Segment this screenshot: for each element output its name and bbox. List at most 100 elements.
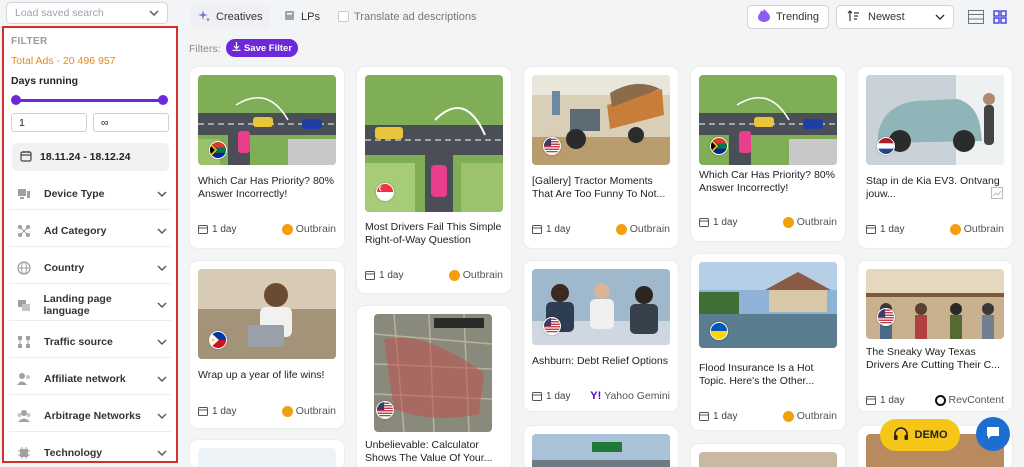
filter-device-type[interactable]: Device Type xyxy=(9,178,171,210)
ad-footer: 1 day Outbrain xyxy=(699,409,837,423)
sort-dropdown[interactable]: Newest xyxy=(836,5,954,29)
ad-card[interactable]: Ashburn: Debt Relief Options 1 day Y! Yah… xyxy=(524,261,678,411)
sort-label: Newest xyxy=(868,11,905,23)
download-icon xyxy=(232,42,241,54)
ad-card[interactable] xyxy=(524,426,678,467)
network-name: Outbrain xyxy=(462,269,503,281)
days-running-label: Days running xyxy=(11,75,79,87)
ad-card[interactable] xyxy=(190,440,344,467)
ad-card[interactable]: The Sneaky Way Texas Drivers Are Cutting… xyxy=(858,261,1012,411)
filter-label: Country xyxy=(44,261,85,274)
filter-label: Arbitrage Networks xyxy=(44,409,141,422)
tab-lps[interactable]: LPs xyxy=(276,5,328,29)
ad-footer: 1 day RevContent xyxy=(866,393,1004,407)
ad-card[interactable]: [Gallery] Tractor Moments That Are Too F… xyxy=(524,67,678,248)
ad-title: Unbelievable: Calculator Shows The Value… xyxy=(365,439,493,464)
days-running: 1 day xyxy=(532,391,570,402)
filter-technology[interactable]: Technology xyxy=(9,437,171,461)
sort-icon xyxy=(847,9,860,25)
calendar-icon xyxy=(532,225,542,234)
filter-affiliate-network[interactable]: Affiliate network xyxy=(9,363,171,395)
filter-arbitrage-networks[interactable]: Arbitrage Networks xyxy=(9,400,171,432)
days-value: 1 day xyxy=(379,269,404,281)
ad-card[interactable] xyxy=(691,444,845,467)
ad-title: Wrap up a year of life wins! xyxy=(198,369,325,381)
ad-title: Ashburn: Debt Relief Options xyxy=(532,355,668,367)
slider-min-handle[interactable] xyxy=(11,95,21,105)
ad-title: [Gallery] Tractor Moments That Are Too F… xyxy=(532,175,666,200)
calendar-icon xyxy=(866,396,876,405)
chevron-down-icon xyxy=(157,188,167,200)
ad-title: The Sneaky Way Texas Drivers Are Cutting… xyxy=(866,346,1001,371)
days-running-slider[interactable] xyxy=(16,99,163,102)
sparkle-icon xyxy=(198,9,210,25)
slider-max-handle[interactable] xyxy=(158,95,168,105)
arbitrage-icon xyxy=(15,409,33,423)
ad-card[interactable]: Flood Insurance Is a Hot Topic. Here's t… xyxy=(691,254,845,430)
translate-checkbox[interactable] xyxy=(338,11,349,22)
demo-button[interactable]: DEMO xyxy=(880,419,960,451)
calendar-icon xyxy=(365,271,375,280)
ad-card[interactable]: Stap in de Kia EV3. Ontvang jouw... 1 da… xyxy=(858,67,1012,248)
filter-traffic-source[interactable]: Traffic source xyxy=(9,326,171,358)
ad-network: Outbrain xyxy=(782,410,837,422)
save-filter-label: Save Filter xyxy=(243,42,293,54)
load-saved-search-dropdown[interactable]: Load saved search xyxy=(6,2,168,24)
days-value: 1 day xyxy=(546,223,571,235)
calendar-icon xyxy=(532,392,542,401)
ad-network: Y! Yahoo Gemini xyxy=(590,390,670,402)
outbrain-icon xyxy=(782,216,794,228)
ad-thumbnail xyxy=(532,434,670,467)
ad-footer: 1 day Outbrain xyxy=(198,222,336,236)
flag-sg-icon xyxy=(376,183,394,201)
image-placeholder-icon xyxy=(991,187,1003,202)
calendar-icon xyxy=(699,412,709,421)
network-name: Outbrain xyxy=(629,223,670,235)
filter-ad-category[interactable]: Ad Category xyxy=(9,215,171,247)
save-filter-button[interactable]: Save Filter xyxy=(226,39,298,57)
traffic-source-icon xyxy=(15,335,33,349)
date-range-value: 18.11.24 - 18.12.24 xyxy=(40,151,131,163)
filter-country[interactable]: Country xyxy=(9,252,171,284)
tab-creatives[interactable]: Creatives xyxy=(190,5,271,29)
network-name: Outbrain xyxy=(295,405,336,417)
trending-label: Trending xyxy=(776,11,820,23)
filter-landing-page-language[interactable]: Landing page language xyxy=(9,289,171,321)
ad-card[interactable]: Most Drivers Fail This Simple Right-of-W… xyxy=(357,67,511,293)
flag-ph-icon xyxy=(209,331,227,349)
calendar-icon xyxy=(198,407,208,416)
ad-footer: 1 day Outbrain xyxy=(365,268,503,282)
flag-us-icon xyxy=(877,308,895,326)
date-range-picker[interactable]: 18.11.24 - 18.12.24 xyxy=(12,143,169,171)
chat-button[interactable] xyxy=(976,417,1010,451)
flag-ua-icon xyxy=(710,322,728,340)
ad-card[interactable]: Which Car Has Priority? 80% Answer Incor… xyxy=(691,67,845,241)
ad-title: Flood Insurance Is a Hot Topic. Here's t… xyxy=(699,362,815,387)
ad-thumbnail xyxy=(198,448,336,467)
days-min-input[interactable]: 1 xyxy=(11,113,87,132)
ad-title: Which Car Has Priority? 80% Answer Incor… xyxy=(699,169,835,194)
ad-card[interactable]: Which Car Has Priority? 80% Answer Incor… xyxy=(190,67,344,248)
flag-us-icon xyxy=(543,137,561,155)
outbrain-icon xyxy=(615,223,627,235)
translate-label: Translate ad descriptions xyxy=(354,11,477,23)
days-max-input[interactable]: ∞ xyxy=(93,113,169,132)
category-icon xyxy=(15,224,33,238)
yahoo-icon: Y! xyxy=(590,390,602,402)
ad-network: Outbrain xyxy=(281,405,336,417)
demo-label: DEMO xyxy=(914,429,948,441)
headset-icon xyxy=(893,426,909,445)
trending-button[interactable]: Trending xyxy=(747,5,829,29)
flag-us-icon xyxy=(543,317,561,335)
days-value: 1 day xyxy=(880,394,905,406)
list-view-icon[interactable] xyxy=(966,7,986,27)
ad-title: Which Car Has Priority? 80% Answer Incor… xyxy=(198,175,334,200)
filter-label: Traffic source xyxy=(44,335,113,348)
technology-icon xyxy=(15,446,33,460)
grid-view-icon[interactable] xyxy=(990,7,1010,27)
ad-card[interactable]: Wrap up a year of life wins! 1 day Outbr… xyxy=(190,261,344,428)
network-name: Outbrain xyxy=(295,223,336,235)
ad-card[interactable]: Unbelievable: Calculator Shows The Value… xyxy=(357,306,511,467)
tab-label: Creatives xyxy=(216,11,263,23)
flag-us-icon xyxy=(376,401,394,419)
